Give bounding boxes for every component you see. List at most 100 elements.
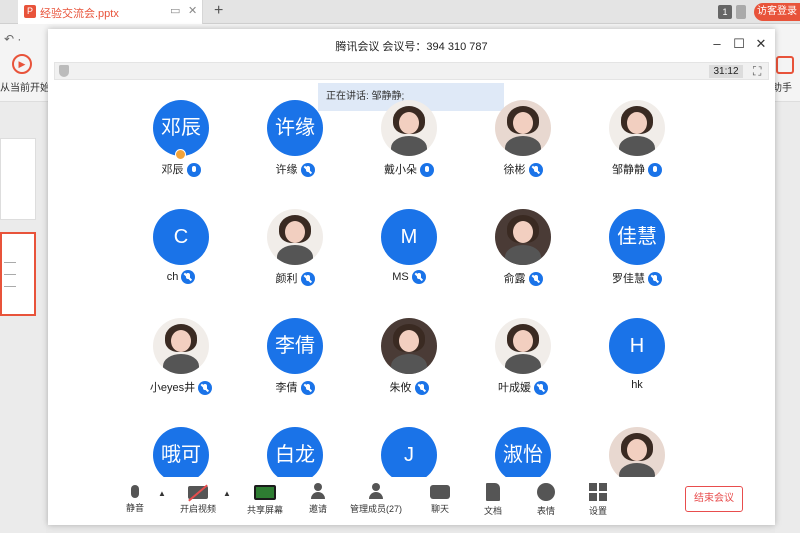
participant-name: 戴小朵	[384, 164, 417, 176]
participant-name: 许缘	[275, 164, 298, 176]
participant-text-avatar: H	[609, 318, 665, 374]
assistant-icon[interactable]	[776, 56, 794, 74]
meeting-title: 腾讯会议 会议号：394 310 787	[335, 41, 488, 53]
participant-name-row: 邹静静	[579, 161, 695, 178]
members-icon	[369, 483, 383, 499]
settings-button[interactable]: 设置	[568, 483, 628, 517]
participant-photo-avatar	[495, 318, 551, 374]
share-screen-icon	[254, 485, 276, 500]
participant-text-avatar: M	[381, 209, 437, 265]
participant-name-row: 朱攸	[351, 379, 467, 396]
new-tab-icon[interactable]: +	[214, 2, 223, 20]
mute-options-caret-icon[interactable]: ▲	[158, 489, 166, 498]
meeting-toolbar: 静音 ▲ 开启视频 ▲ 共享屏幕 邀请 管理成员(27) 聊天 文档 表情 设置…	[48, 477, 775, 525]
participant-name: hk	[631, 379, 643, 391]
participant-tile[interactable]: 许缘 许缘	[237, 95, 367, 195]
participant-tile[interactable]: 叶成媛	[465, 313, 595, 413]
participant-name: 俞露	[503, 273, 526, 285]
window-count-badge: 1	[718, 5, 732, 19]
participant-name-row: 颜利	[237, 270, 353, 287]
end-meeting-button[interactable]: 结束会议	[685, 486, 743, 512]
participant-name-row: 徐彬	[465, 161, 581, 178]
participant-photo-avatar	[609, 427, 665, 483]
participant-tile[interactable]: 邓辰 邓辰	[123, 95, 253, 195]
manage-members-button[interactable]: 管理成员(27)	[346, 483, 406, 515]
tencent-meeting-window: 腾讯会议 会议号：394 310 787 – ☐ ✕ 31:12 ⛶ 正在讲话:…	[48, 29, 775, 525]
wps-document-tab[interactable]: P 经验交流会.pptx ▭ ✕	[18, 0, 203, 24]
mute-label: 静音	[125, 503, 144, 513]
participant-text-avatar: 许缘	[267, 100, 323, 156]
video-label: 开启视频	[179, 504, 216, 514]
participant-photo-avatar	[267, 209, 323, 265]
emoji-button[interactable]: 表情	[516, 483, 576, 517]
participant-tile[interactable]: 李倩 李倩	[237, 313, 367, 413]
mic-on-icon	[186, 163, 201, 178]
monitor-icon[interactable]: ▭	[170, 4, 180, 17]
participant-name-row: MS	[351, 270, 467, 284]
invite-button[interactable]: 邀请	[288, 483, 348, 515]
participant-tile[interactable]: M MS	[351, 204, 481, 304]
participant-tile[interactable]: 徐彬	[465, 95, 595, 195]
window-switch-icon[interactable]	[736, 5, 746, 19]
close-tab-icon[interactable]: ✕	[188, 4, 197, 17]
play-icon[interactable]: ▶	[12, 54, 32, 74]
undo-icon[interactable]: ↶ ·	[4, 32, 21, 46]
participant-name-row: 小eyes井	[123, 379, 239, 396]
participant-tile[interactable]: 小eyes井	[123, 313, 253, 413]
participant-tile[interactable]: 朱攸	[351, 313, 481, 413]
slide-thumbnail-selected[interactable]	[0, 232, 36, 316]
participant-text-avatar: J	[381, 427, 437, 483]
participant-name: 小eyes井	[149, 382, 196, 394]
participant-tile[interactable]: Hhk	[579, 313, 709, 413]
participant-text-avatar: 淑怡	[495, 427, 551, 483]
mic-muted-icon	[300, 381, 315, 396]
participant-tile[interactable]: 邹静静	[579, 95, 709, 195]
chat-button[interactable]: 聊天	[410, 483, 470, 515]
mic-muted-icon	[528, 163, 543, 178]
participant-photo-avatar	[153, 318, 209, 374]
participant-name-row: 俞露	[465, 270, 581, 287]
manage-label: 管理成员(27)	[349, 504, 402, 514]
mic-muted-icon	[534, 381, 548, 396]
participant-name: 李倩	[275, 382, 298, 394]
video-button[interactable]: 开启视频	[168, 483, 228, 515]
mic-muted-icon	[648, 272, 662, 287]
mic-on-icon	[648, 163, 662, 178]
participant-name: 邓辰	[161, 164, 184, 176]
play-from-current-label[interactable]: 从当前开始	[0, 79, 50, 94]
maximize-icon[interactable]: ☐	[730, 35, 748, 53]
wps-tab-bar: P 经验交流会.pptx ▭ ✕ + 1 访客登录	[0, 0, 800, 24]
mic-muted-icon	[300, 272, 315, 287]
share-screen-button[interactable]: 共享屏幕	[235, 483, 295, 516]
mic-muted-icon	[528, 272, 543, 287]
assistant-label[interactable]: 助手	[772, 79, 792, 94]
participant-name-row: 李倩	[237, 379, 353, 396]
participant-photo-avatar	[381, 100, 437, 156]
mic-muted-icon	[411, 270, 426, 284]
participant-text-avatar: 李倩	[267, 318, 323, 374]
fullscreen-icon[interactable]: ⛶	[753, 64, 761, 79]
participant-tile[interactable]: 戴小朵	[351, 95, 481, 195]
video-options-caret-icon[interactable]: ▲	[223, 489, 231, 498]
slide-thumbnail[interactable]	[0, 138, 36, 220]
participant-name-row: 罗佳慧	[579, 270, 695, 287]
minimize-icon[interactable]: –	[708, 35, 726, 53]
mute-button[interactable]: 静音	[105, 483, 165, 514]
participant-name: 邹静静	[612, 164, 645, 176]
shield-icon[interactable]	[59, 65, 69, 77]
participant-name: MS	[392, 270, 409, 283]
close-icon[interactable]: ✕	[752, 35, 770, 53]
participant-tile[interactable]: Cch	[123, 204, 253, 304]
document-button[interactable]: 文档	[463, 483, 523, 517]
host-badge-icon	[175, 149, 186, 160]
participant-name: 罗佳慧	[612, 273, 645, 285]
guest-login-button[interactable]: 访客登录	[754, 3, 800, 21]
participant-tile[interactable]: 俞露	[465, 204, 595, 304]
participant-grid: 邓辰 邓辰 许缘 许缘 戴小朵 徐彬 邹静静 Cch 颜利 M MS 俞露 佳慧 罗佳慧 小eyes井 李倩李…	[123, 95, 723, 483]
chat-label: 聊天	[430, 504, 449, 514]
document-icon	[486, 483, 500, 501]
emoji-icon	[537, 483, 555, 501]
participant-text-avatar: 白龙	[267, 427, 323, 483]
participant-tile[interactable]: 佳慧 罗佳慧	[579, 204, 709, 304]
participant-tile[interactable]: 颜利	[237, 204, 367, 304]
